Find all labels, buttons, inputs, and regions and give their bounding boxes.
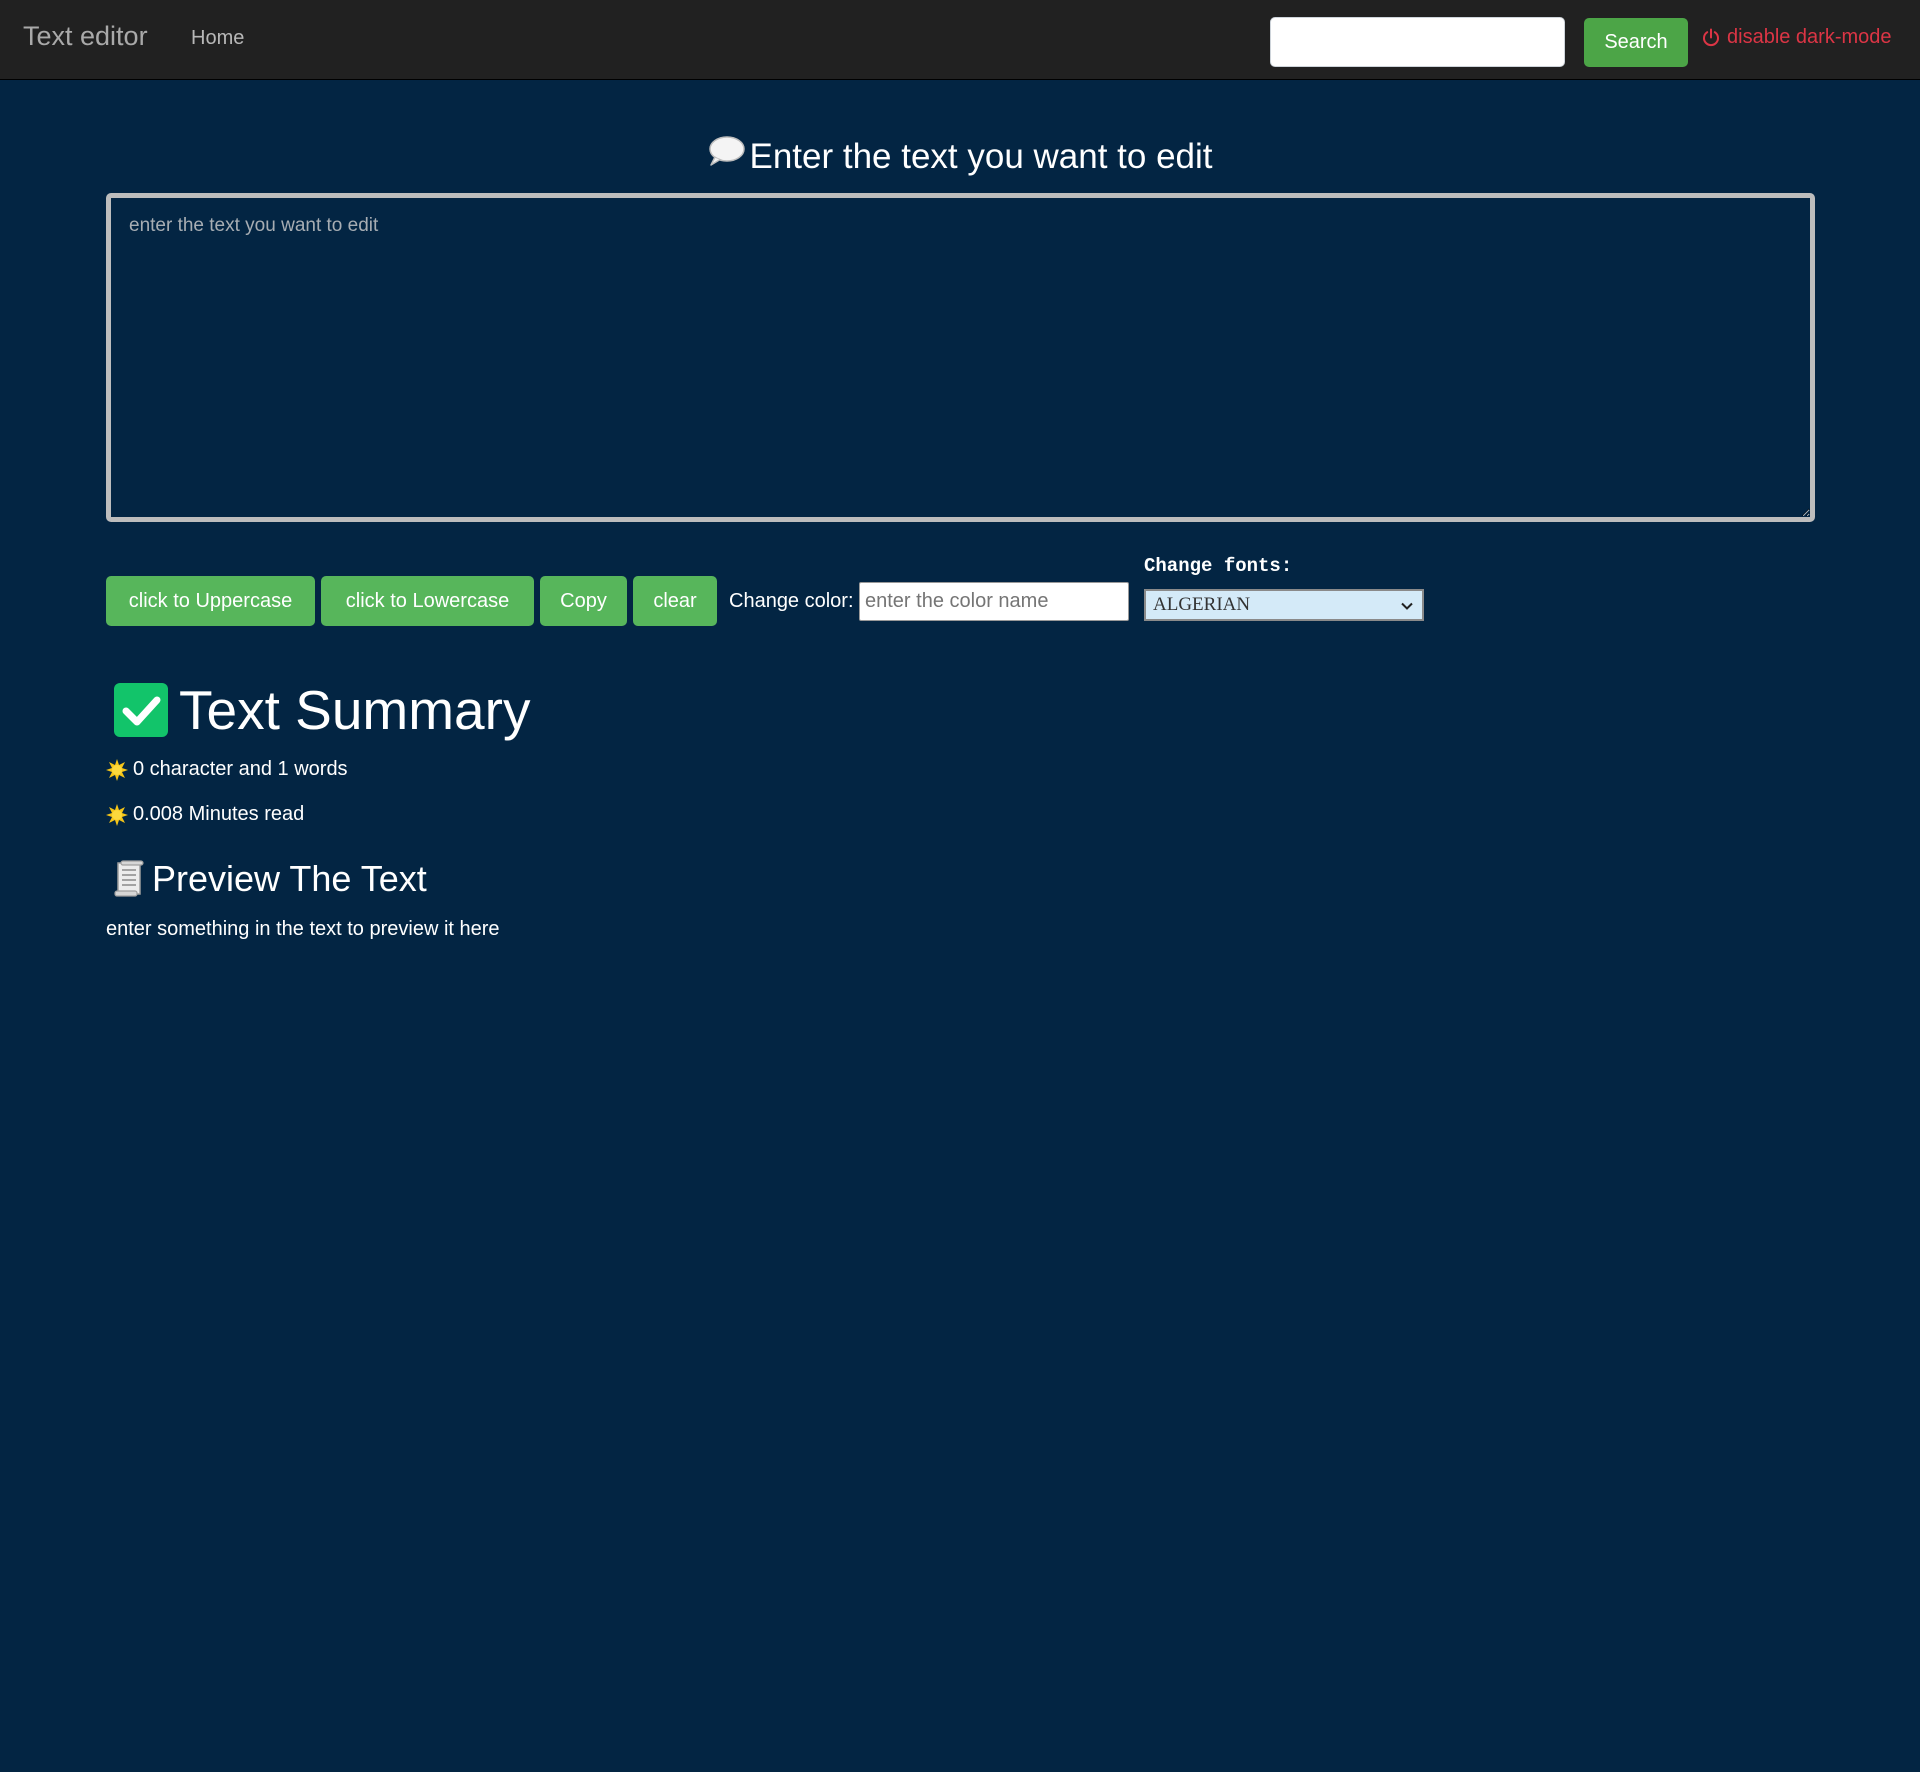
color-name-input[interactable] xyxy=(859,582,1129,621)
navbar: Text editor Home Search disable dark-mod… xyxy=(0,0,1920,80)
clear-button[interactable]: clear xyxy=(633,576,717,626)
font-select-value: ALGERIAN xyxy=(1153,594,1251,615)
chevron-down-icon xyxy=(1400,597,1414,619)
dark-mode-toggle[interactable]: disable dark-mode xyxy=(1701,26,1892,49)
change-fonts-label: Change fonts: xyxy=(1144,555,1293,577)
change-color-label: Change color: xyxy=(729,590,854,612)
preview-heading-text: Preview The Text xyxy=(152,858,427,899)
character-word-count-text: 0 character and 1 words xyxy=(133,758,348,780)
nav-home-link[interactable]: Home xyxy=(191,27,244,50)
search-input[interactable] xyxy=(1270,17,1565,67)
editor-heading: Enter the text you want to edit xyxy=(0,133,1920,183)
copy-button[interactable]: Copy xyxy=(540,576,627,626)
check-mark-icon xyxy=(114,683,168,737)
uppercase-button[interactable]: click to Uppercase xyxy=(106,576,315,626)
text-input-area[interactable] xyxy=(106,193,1815,522)
dark-mode-label: disable dark-mode xyxy=(1727,26,1892,48)
summary-heading-text: Text Summary xyxy=(179,679,531,741)
sun-icon xyxy=(106,758,128,781)
scroll-icon xyxy=(112,860,146,898)
editor-heading-text: Enter the text you want to edit xyxy=(749,137,1213,176)
speech-bubble-icon xyxy=(707,132,746,180)
summary-heading: Text Summary xyxy=(114,678,530,742)
read-time-text: 0.008 Minutes read xyxy=(133,803,305,825)
preview-heading: Preview The Text xyxy=(112,858,427,900)
lowercase-button[interactable]: click to Lowercase xyxy=(321,576,534,626)
brand-title[interactable]: Text editor xyxy=(23,21,148,52)
preview-text: enter something in the text to preview i… xyxy=(106,918,500,940)
sun-icon xyxy=(106,803,128,826)
search-button[interactable]: Search xyxy=(1584,18,1688,67)
character-word-count: 0 character and 1 words xyxy=(106,758,348,781)
power-icon xyxy=(1701,28,1727,48)
read-time: 0.008 Minutes read xyxy=(106,803,304,826)
font-select[interactable]: ALGERIAN xyxy=(1144,589,1424,621)
